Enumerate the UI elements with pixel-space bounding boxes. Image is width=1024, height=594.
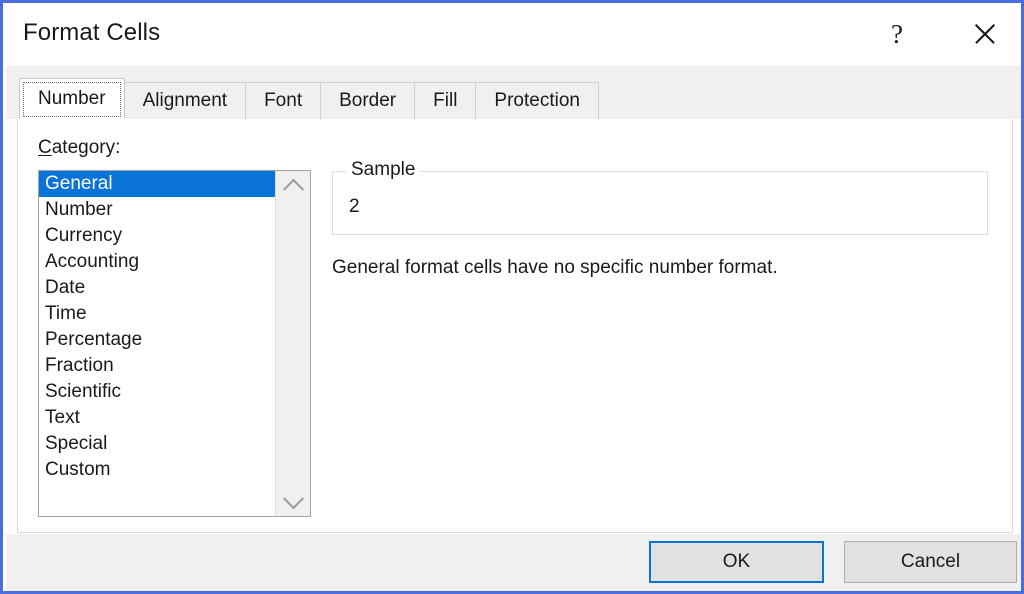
list-item[interactable]: Special — [39, 431, 275, 457]
page-title: Format Cells — [23, 19, 160, 47]
cancel-button[interactable]: Cancel — [844, 541, 1017, 583]
list-item[interactable]: Date — [39, 275, 275, 301]
list-item[interactable]: Percentage — [39, 327, 275, 353]
category-label: Category: — [38, 137, 120, 159]
tab-list: Number Alignment Font Border Fill Protec… — [19, 79, 599, 119]
category-list: General Number Currency Accounting Date … — [39, 171, 275, 516]
ok-button[interactable]: OK — [649, 541, 824, 583]
scroll-down-button[interactable] — [276, 486, 310, 516]
list-item[interactable]: Fraction — [39, 353, 275, 379]
list-item[interactable]: Time — [39, 301, 275, 327]
title-bar: Format Cells ? — [6, 3, 1024, 66]
list-item[interactable]: General — [39, 171, 275, 197]
tab-border[interactable]: Border — [320, 82, 415, 119]
tab-label: Fill — [433, 90, 457, 112]
chevron-down-icon — [282, 488, 303, 509]
tab-label: Protection — [494, 90, 580, 112]
category-listbox[interactable]: General Number Currency Accounting Date … — [38, 170, 311, 517]
dialog-footer: OK Cancel — [6, 534, 1024, 591]
category-scrollbar[interactable] — [275, 171, 310, 516]
tab-strip: Number Alignment Font Border Fill Protec… — [6, 66, 1024, 119]
tab-label: Font — [264, 90, 302, 112]
sample-groupbox-title: Sample — [346, 159, 420, 181]
tab-number[interactable]: Number — [19, 78, 125, 119]
tab-font[interactable]: Font — [245, 82, 321, 119]
tab-label: Border — [339, 90, 396, 112]
category-label-rest: ategory: — [52, 137, 121, 158]
sample-groupbox: Sample 2 — [332, 171, 988, 235]
list-item[interactable]: Accounting — [39, 249, 275, 275]
tab-protection[interactable]: Protection — [475, 82, 599, 119]
tab-fill[interactable]: Fill — [414, 82, 476, 119]
tab-label: Alignment — [143, 90, 228, 112]
list-item[interactable]: Text — [39, 405, 275, 431]
list-item[interactable]: Custom — [39, 457, 275, 483]
list-item[interactable]: Number — [39, 197, 275, 223]
scroll-up-button[interactable] — [276, 171, 310, 201]
category-label-accel: C — [38, 137, 52, 158]
number-tab-panel: Category: General Number Currency Accoun… — [17, 119, 1013, 533]
help-button[interactable]: ? — [870, 9, 924, 59]
list-item[interactable]: Scientific — [39, 379, 275, 405]
close-icon — [972, 21, 998, 47]
list-item[interactable]: Currency — [39, 223, 275, 249]
question-mark-icon: ? — [891, 21, 903, 48]
tab-label: Number — [38, 88, 106, 110]
tab-alignment[interactable]: Alignment — [124, 82, 247, 119]
format-cells-dialog: Format Cells ? Number Alignment Font Bor… — [0, 0, 1024, 594]
sample-value: 2 — [349, 196, 360, 218]
close-button[interactable] — [958, 9, 1012, 59]
format-description: General format cells have no specific nu… — [332, 257, 778, 279]
chevron-up-icon — [282, 178, 303, 199]
